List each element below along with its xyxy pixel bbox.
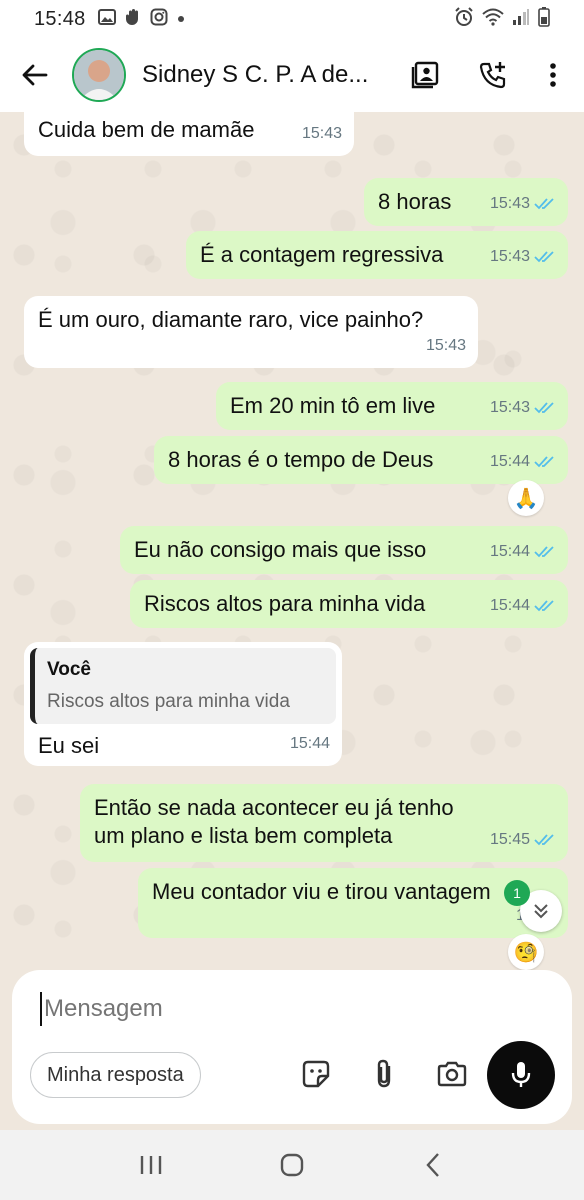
reaction-badge[interactable]: 🧐 (508, 934, 544, 970)
avatar[interactable] (72, 48, 126, 102)
home-icon[interactable] (270, 1143, 314, 1187)
message-incoming[interactable]: Você Riscos altos para minha vida Eu sei… (24, 642, 342, 766)
alarm-icon (454, 6, 474, 32)
message-input[interactable] (40, 992, 540, 1026)
back-icon[interactable] (411, 1143, 455, 1187)
message-time: 15:43 (489, 399, 530, 416)
message-time: 15:44 (289, 735, 330, 752)
status-time: 15:48 (34, 7, 86, 30)
message-text: Em 20 min tô em live (230, 393, 436, 418)
message-text: Então se nada acontecer eu já tenho um p… (94, 795, 454, 848)
unread-count-badge: 1 (504, 880, 530, 906)
quoted-message[interactable]: Você Riscos altos para minha vida (30, 648, 336, 724)
quote-author: Você (47, 659, 92, 680)
attach-icon[interactable] (366, 1056, 402, 1092)
message-outgoing[interactable]: É a contagem regressiva 15:43 (186, 231, 568, 279)
message-outgoing[interactable]: Em 20 min tô em live 15:43 (216, 382, 568, 430)
message-time: 15:44 (489, 453, 530, 470)
battery-icon (538, 6, 550, 32)
instagram-icon (150, 8, 168, 31)
read-ticks-icon (534, 600, 554, 612)
message-text: Riscos altos para minha vida (144, 591, 426, 616)
hand-icon (125, 8, 141, 31)
back-arrow-icon[interactable] (18, 58, 52, 92)
wifi-icon (482, 8, 504, 31)
message-text: 8 horas é o tempo de Deus (168, 447, 434, 472)
message-time: 15:43 (425, 337, 466, 354)
message-outgoing[interactable]: 8 horas é o tempo de Deus 15:44 (154, 436, 568, 484)
message-outgoing[interactable]: Então se nada acontecer eu já tenho um p… (80, 784, 568, 862)
reaction-badge[interactable]: 🙏 (508, 480, 544, 516)
message-incoming[interactable]: Cuida bem de mamãe 15:43 (24, 112, 354, 156)
contact-card-icon[interactable] (408, 58, 442, 92)
more-vert-icon[interactable] (536, 58, 570, 92)
composer: Minha resposta (12, 970, 572, 1124)
message-time: 15:43 (301, 125, 342, 142)
gallery-icon (97, 8, 116, 30)
message-text: Eu sei (38, 733, 100, 758)
add-call-icon[interactable] (476, 58, 510, 92)
message-time: 15:44 (489, 597, 530, 614)
read-ticks-icon (534, 251, 554, 263)
read-ticks-icon (534, 198, 554, 210)
status-bar: 15:48 (0, 0, 584, 38)
contact-name[interactable]: Sidney S C. P. A de... (142, 61, 386, 89)
message-time: 15:43 (489, 248, 530, 265)
message-text: É um ouro, diamante raro, vice painho? (38, 307, 424, 332)
message-time: 15:44 (489, 543, 530, 560)
message-incoming[interactable]: É um ouro, diamante raro, vice painho? 1… (24, 296, 478, 368)
mic-icon (511, 1062, 531, 1087)
read-ticks-icon (534, 456, 554, 468)
camera-icon[interactable] (434, 1056, 470, 1092)
message-outgoing[interactable]: Meu contador viu e tirou vantagem 15:45 (138, 868, 568, 938)
message-outgoing[interactable]: 8 horas 15:43 (364, 178, 568, 226)
message-text: Meu contador viu e tirou vantagem (152, 879, 491, 904)
read-ticks-icon (534, 402, 554, 414)
read-ticks-icon (534, 546, 554, 558)
sticker-icon[interactable] (298, 1056, 334, 1092)
message-text: É a contagem regressiva (200, 242, 444, 267)
system-nav-bar (0, 1130, 584, 1200)
message-time: 15:45 (489, 831, 530, 848)
double-chevron-down-icon (534, 904, 548, 919)
message-text: 8 horas (378, 189, 452, 214)
read-ticks-icon (534, 834, 554, 846)
recents-icon[interactable] (129, 1143, 173, 1187)
message-outgoing[interactable]: Riscos altos para minha vida 15:44 (130, 580, 568, 628)
message-text: Cuida bem de mamãe (38, 117, 255, 142)
message-time: 15:43 (489, 195, 530, 212)
dot-icon (177, 10, 185, 28)
quick-reply-chip[interactable]: Minha resposta (30, 1052, 201, 1098)
message-text: Eu não consigo mais que isso (134, 537, 427, 562)
mic-button[interactable] (487, 1041, 555, 1109)
quote-text: Riscos altos para minha vida (47, 691, 290, 712)
message-list[interactable]: Cuida bem de mamãe 15:43 8 horas 15:43 É… (0, 112, 584, 970)
chat-header: Sidney S C. P. A de... (0, 38, 584, 112)
signal-icon (512, 8, 530, 31)
message-outgoing[interactable]: Eu não consigo mais que isso 15:44 (120, 526, 568, 574)
